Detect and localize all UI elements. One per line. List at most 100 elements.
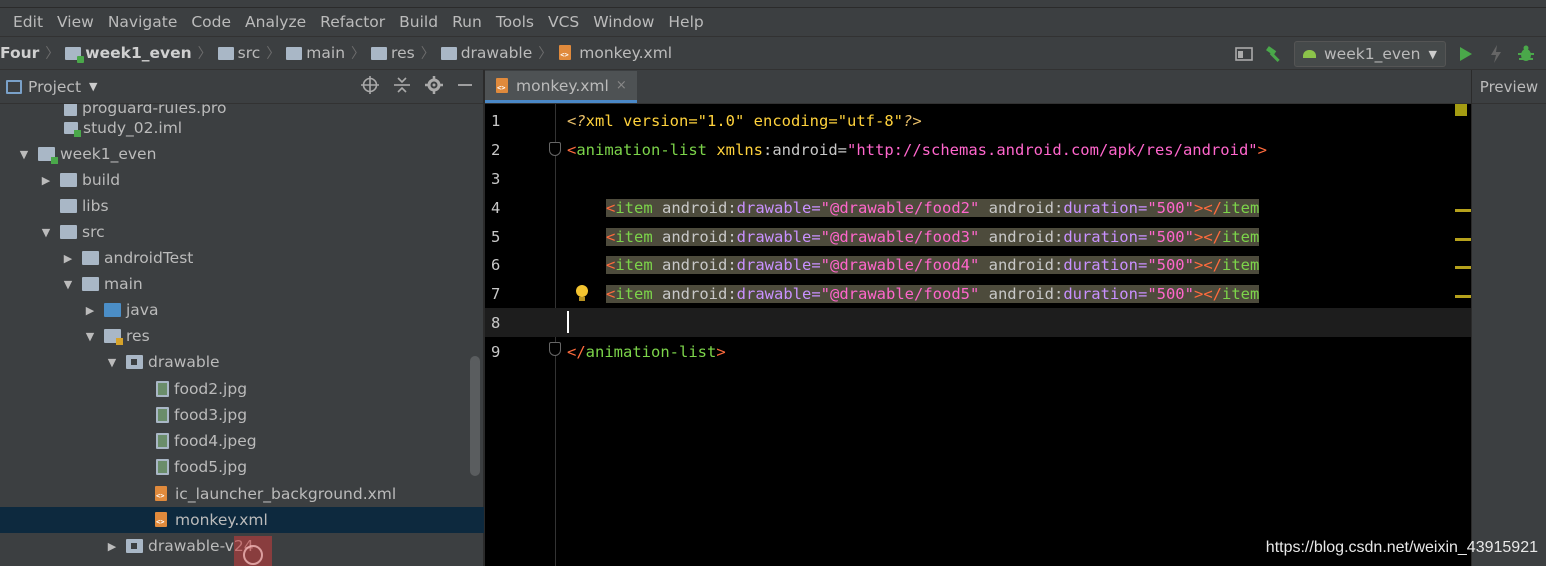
target-icon[interactable]	[361, 75, 379, 99]
tree-item[interactable]: ▼ res	[0, 323, 484, 349]
expanded-arrow-icon[interactable]: ▼	[16, 148, 32, 161]
image-file-icon	[156, 407, 169, 423]
code-line: 4 <item android:drawable="@drawable/food…	[485, 193, 1471, 222]
code-text: <?xml version="1.0" encoding="utf-8"?>	[567, 111, 922, 130]
code-text: <item android:drawable="@drawable/food2"…	[606, 198, 1260, 217]
layout-icon[interactable]	[1234, 44, 1254, 64]
collapse-icon[interactable]	[393, 76, 411, 99]
menu-help[interactable]: Help	[661, 13, 710, 31]
expanded-arrow-icon[interactable]: ▼	[38, 226, 54, 239]
tree-item-label: res	[126, 327, 150, 345]
collapsed-arrow-icon[interactable]: ▶	[104, 540, 120, 553]
project-tree: proguard-rules.pro study_02.iml ▼ week1_…	[0, 104, 484, 566]
folder-icon	[217, 46, 234, 60]
line-number: 8	[491, 313, 501, 332]
editor-tab-monkey-xml[interactable]: monkey.xml ×	[485, 71, 637, 103]
lightbulb-icon[interactable]	[575, 285, 589, 301]
breadcrumb-module[interactable]: week1_even	[85, 44, 191, 62]
tree-item-label: src	[82, 223, 105, 241]
folder-icon	[82, 277, 99, 291]
tree-item-label: java	[126, 301, 159, 319]
menu-build[interactable]: Build	[392, 13, 445, 31]
resource-folder-icon	[104, 329, 123, 345]
menu-vcs[interactable]: VCS	[541, 13, 586, 31]
preview-tab[interactable]: Preview	[1472, 70, 1546, 104]
menu-run[interactable]: Run	[445, 13, 489, 31]
tree-item[interactable]: libs	[0, 193, 484, 219]
image-file-icon	[156, 381, 169, 397]
code-text: <item android:drawable="@drawable/food5"…	[606, 284, 1260, 303]
breadcrumb-main[interactable]: main	[306, 44, 345, 62]
menu-edit[interactable]: Edit	[6, 13, 50, 31]
minimize-icon[interactable]	[457, 76, 473, 99]
tree-item[interactable]: ▼ main	[0, 271, 484, 297]
gear-icon[interactable]	[425, 75, 443, 99]
run-icon[interactable]	[1456, 44, 1476, 64]
fold-marker-icon[interactable]	[549, 342, 561, 356]
error-stripe-mark[interactable]	[1455, 266, 1471, 269]
code-editor[interactable]: 1 <?xml version="1.0" encoding="utf-8"?>…	[485, 104, 1471, 566]
collapsed-arrow-icon[interactable]: ▶	[82, 304, 98, 317]
tree-item[interactable]: food4.jpeg	[0, 428, 484, 454]
collapsed-arrow-icon[interactable]: ▶	[60, 252, 76, 265]
error-stripe-mark[interactable]	[1455, 209, 1471, 212]
collapsed-arrow-icon[interactable]: ▶	[38, 174, 54, 187]
tree-item-label: main	[104, 275, 143, 293]
tree-item[interactable]: food5.jpg	[0, 454, 484, 480]
fold-marker-icon[interactable]	[549, 142, 561, 156]
expanded-arrow-icon[interactable]: ▼	[82, 330, 98, 343]
project-panel: Project ▼ proguard-rules.pro study_02.im…	[0, 70, 484, 566]
lightning-icon[interactable]	[1486, 44, 1506, 64]
run-toolbar: week1_even ▼	[1234, 37, 1536, 71]
tree-item[interactable]: ▶ build	[0, 167, 484, 193]
tree-item-label: androidTest	[104, 249, 194, 267]
tree-item[interactable]: study_02.iml	[0, 115, 484, 141]
menu-code[interactable]: Code	[184, 13, 238, 31]
breadcrumb-separator-icon: 〉	[351, 46, 366, 62]
menu-refactor[interactable]: Refactor	[313, 13, 392, 31]
tree-item[interactable]: food3.jpg	[0, 402, 484, 428]
close-icon[interactable]: ×	[616, 78, 627, 93]
debug-icon[interactable]	[1516, 44, 1536, 64]
tree-item[interactable]: ▼ week1_even	[0, 141, 484, 167]
xml-file-icon	[154, 486, 170, 502]
tree-item[interactable]: ▶ androidTest	[0, 245, 484, 271]
breadcrumb: Four 〉 week1_even 〉 src 〉 main 〉 res 〉 d…	[0, 43, 672, 63]
chevron-down-icon: ▼	[1428, 47, 1437, 61]
menu-analyze[interactable]: Analyze	[238, 13, 313, 31]
breadcrumb-file[interactable]: monkey.xml	[579, 44, 672, 62]
menu-navigate[interactable]: Navigate	[101, 13, 185, 31]
tree-item-label: food2.jpg	[174, 380, 248, 398]
breadcrumb-drawable[interactable]: drawable	[461, 44, 533, 62]
tree-item[interactable]: ▼ drawable	[0, 349, 484, 375]
breadcrumb-res[interactable]: res	[391, 44, 415, 62]
drawable-folder-icon	[126, 539, 143, 553]
run-configuration-select[interactable]: week1_even ▼	[1294, 41, 1446, 67]
tree-item-label: week1_even	[60, 145, 157, 163]
project-tree-scrollbar[interactable]	[470, 356, 480, 476]
tree-item-selected[interactable]: monkey.xml	[0, 507, 484, 533]
error-stripe-mark[interactable]	[1455, 295, 1471, 298]
tree-item[interactable]: ic_launcher_background.xml	[0, 481, 484, 507]
expanded-arrow-icon[interactable]: ▼	[60, 278, 76, 291]
breadcrumb-src[interactable]: src	[238, 44, 261, 62]
project-panel-title[interactable]: Project	[28, 78, 81, 96]
menu-tools[interactable]: Tools	[489, 13, 541, 31]
error-stripe-mark[interactable]	[1455, 238, 1471, 241]
breadcrumb-separator-icon: 〉	[266, 46, 281, 62]
code-line-current: 8	[485, 308, 1471, 337]
editor-panel: monkey.xml × 1 <?xml version="1.0" encod…	[485, 70, 1471, 566]
folder-icon	[60, 173, 77, 187]
chevron-down-icon[interactable]: ▼	[89, 80, 97, 93]
tree-item[interactable]: ▶ java	[0, 297, 484, 323]
tree-item[interactable]: ▼ src	[0, 219, 484, 245]
expanded-arrow-icon[interactable]: ▼	[104, 356, 120, 369]
code-line: 5 <item android:drawable="@drawable/food…	[485, 222, 1471, 251]
code-text: <item android:drawable="@drawable/food4"…	[606, 255, 1260, 274]
tree-item[interactable]: food2.jpg	[0, 376, 484, 402]
tree-item-label: study_02.iml	[83, 119, 183, 137]
hammer-icon[interactable]	[1264, 44, 1284, 64]
menu-view[interactable]: View	[50, 13, 101, 31]
menu-window[interactable]: Window	[586, 13, 661, 31]
breadcrumb-project[interactable]: Four	[0, 44, 39, 62]
